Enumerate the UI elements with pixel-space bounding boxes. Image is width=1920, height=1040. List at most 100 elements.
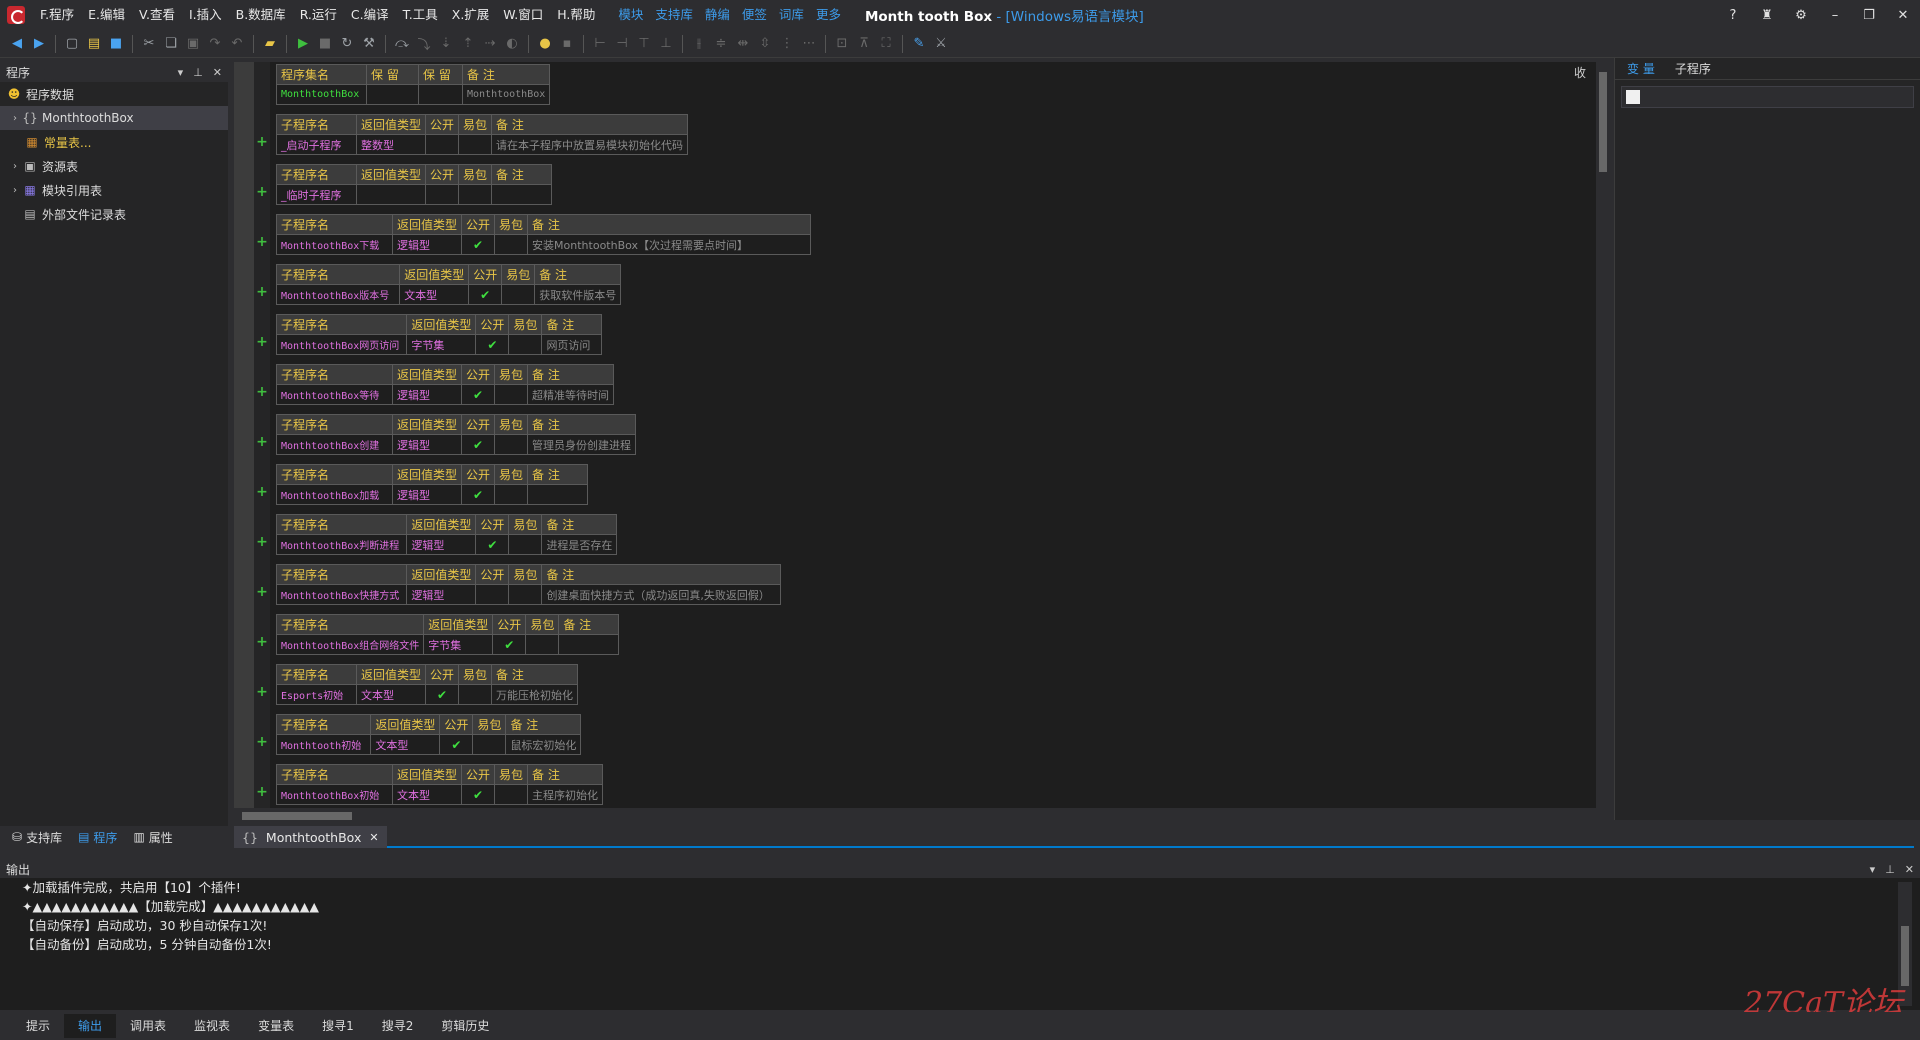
step-up-icon[interactable]: ⇡ [457, 33, 479, 55]
breakpoint-icon[interactable]: ◐ [501, 33, 523, 55]
subprogram-name-cell[interactable]: _启动子程序 [276, 134, 357, 155]
back-icon[interactable]: ◀ [6, 33, 28, 55]
easy-pack-cell[interactable] [508, 584, 543, 605]
tab-order-icon[interactable]: ⊡ [831, 33, 853, 55]
expand-plus-icon[interactable]: + [256, 784, 268, 800]
menu-window[interactable]: W.窗口 [496, 0, 550, 30]
panel-close-icon[interactable]: ✕ [213, 66, 222, 79]
menu-run[interactable]: R.运行 [293, 0, 344, 30]
public-checkbox-cell[interactable]: ✔ [461, 384, 496, 405]
subprogram-name-cell[interactable]: _临时子程序 [276, 184, 357, 205]
panel-menu-icon[interactable]: ▾ [178, 66, 184, 79]
scrollbar-thumb[interactable] [1599, 72, 1607, 172]
subprogram-name-cell[interactable]: MonthtoothBox创建 [276, 434, 393, 455]
close-icon[interactable]: ✕ [1886, 0, 1920, 30]
public-checkbox-cell[interactable] [425, 184, 460, 205]
expand-plus-icon[interactable]: + [256, 634, 268, 650]
menu-support-lib[interactable]: 支持库 [649, 0, 699, 30]
lightbulb-icon[interactable]: ● [534, 33, 556, 55]
return-type-cell[interactable]: 逻辑型 [391, 234, 463, 255]
assembly-reserved-cell[interactable] [418, 84, 463, 105]
menu-lexicon[interactable]: 词库 [773, 0, 810, 30]
expand-plus-icon[interactable]: + [256, 484, 268, 500]
return-type-cell[interactable]: 文本型 [370, 734, 441, 755]
easy-pack-cell[interactable] [525, 634, 560, 655]
return-type-cell[interactable]: 逻辑型 [391, 384, 463, 405]
align-left-icon[interactable]: ⊢ [589, 33, 611, 55]
copy-icon[interactable]: ❏ [160, 33, 182, 55]
tree-item-external-files[interactable]: ▤ 外部文件记录表 [0, 202, 228, 226]
return-type-cell[interactable]: 逻辑型 [406, 584, 477, 605]
note-cell[interactable]: 网页访问 [541, 334, 603, 355]
same-width-icon[interactable]: ⇹ [732, 33, 754, 55]
expand-plus-icon[interactable]: + [256, 184, 268, 200]
subprogram-name-cell[interactable]: MonthtoothBox下载 [276, 234, 393, 255]
tab-watch[interactable]: 监视表 [180, 1014, 244, 1038]
note-cell[interactable]: 主程序初始化 [527, 784, 604, 805]
public-checkbox-cell[interactable]: ✔ [475, 534, 510, 555]
menu-static-compile[interactable]: 静编 [699, 0, 736, 30]
restore-icon[interactable]: ❐ [1852, 0, 1886, 30]
collapse-button[interactable]: 收 [1574, 64, 1586, 81]
menu-module[interactable]: 模块 [612, 0, 649, 30]
note-cell[interactable] [558, 634, 620, 655]
tab-variables[interactable]: 变 量 [1627, 60, 1655, 77]
subprogram-name-cell[interactable]: MonthtoothBox等待 [276, 384, 393, 405]
public-checkbox-cell[interactable]: ✔ [439, 734, 474, 755]
step-down-icon[interactable]: ⇣ [435, 33, 457, 55]
subprogram-name-cell[interactable]: MonthtoothBox网页访问 [275, 334, 408, 355]
save-icon[interactable]: ■ [105, 33, 127, 55]
easy-pack-cell[interactable] [458, 134, 493, 155]
new-file-icon[interactable]: ▢ [61, 33, 83, 55]
subprogram-name-cell[interactable]: MonthtoothBox版本号 [275, 284, 401, 305]
public-checkbox-cell[interactable]: ✔ [461, 484, 496, 505]
expand-plus-icon[interactable]: + [256, 334, 268, 350]
public-checkbox-cell[interactable]: ✔ [468, 284, 503, 305]
minimize-icon[interactable]: – [1818, 0, 1852, 30]
easy-pack-cell[interactable] [494, 784, 529, 805]
undo-icon[interactable]: ↶ [226, 33, 248, 55]
tree-item-constants[interactable]: ▦ 常量表... [0, 130, 228, 154]
space-v-icon[interactable]: ⋯ [798, 33, 820, 55]
easy-pack-cell[interactable] [458, 684, 493, 705]
code-editor[interactable]: 程序集名保 留保 留备 注 MonthtoothBox MonthtoothBox +… [234, 62, 1598, 808]
variable-checkbox[interactable] [1626, 90, 1640, 104]
easy-pack-cell[interactable] [494, 234, 529, 255]
cut-icon[interactable]: ✂ [138, 33, 160, 55]
note-cell[interactable]: 万能压枪初始化 [491, 684, 579, 705]
expand-plus-icon[interactable]: + [256, 534, 268, 550]
menu-notes[interactable]: 便签 [736, 0, 773, 30]
note-cell[interactable]: 鼠标宏初始化 [505, 734, 582, 755]
stop-icon[interactable]: ■ [314, 33, 336, 55]
pin-icon[interactable]: ⊥ [1885, 863, 1895, 876]
tree-item-monthtoothbox[interactable]: › {} MonthtoothBox [0, 106, 228, 130]
tree-item-resources[interactable]: › ▣ 资源表 [0, 154, 228, 178]
public-checkbox-cell[interactable] [475, 584, 510, 605]
expand-plus-icon[interactable]: + [256, 234, 268, 250]
return-type-cell[interactable]: 文本型 [355, 684, 427, 705]
easy-pack-cell[interactable] [501, 284, 536, 305]
center-h-icon[interactable]: ⫲ [688, 33, 710, 55]
subprogram-name-cell[interactable]: MonthtoothBox初始 [276, 784, 393, 805]
document-tab-monthtoothbox[interactable]: {} MonthtoothBox ✕ [234, 826, 387, 848]
tab-support-lib[interactable]: ⛁ 支持库 [6, 826, 68, 848]
return-type-cell[interactable]: 逻辑型 [391, 434, 463, 455]
expand-plus-icon[interactable]: + [256, 584, 268, 600]
expand-plus-icon[interactable]: + [256, 434, 268, 450]
return-type-cell[interactable]: 文本型 [399, 284, 470, 305]
subprogram-name-cell[interactable]: MonthtoothBox判断进程 [275, 534, 408, 555]
easy-pack-cell[interactable] [472, 734, 507, 755]
restart-icon[interactable]: ↻ [336, 33, 358, 55]
return-type-cell[interactable]: 整数型 [355, 134, 427, 155]
close-icon[interactable]: ✕ [369, 831, 378, 844]
open-folder-icon[interactable]: ▤ [83, 33, 105, 55]
subprogram-name-cell[interactable]: Monthtooth初始 [275, 734, 372, 755]
run-icon[interactable]: ▶ [292, 33, 314, 55]
subprogram-name-cell[interactable]: MonthtoothBox快捷方式 [275, 584, 408, 605]
assembly-name-cell[interactable]: MonthtoothBox [276, 84, 367, 105]
easy-pack-cell[interactable] [508, 334, 543, 355]
tab-call-stack[interactable]: 调用表 [116, 1014, 180, 1038]
expand-plus-icon[interactable]: + [256, 134, 268, 150]
public-checkbox-cell[interactable]: ✔ [461, 784, 496, 805]
chevron-right-icon[interactable]: › [8, 161, 22, 172]
